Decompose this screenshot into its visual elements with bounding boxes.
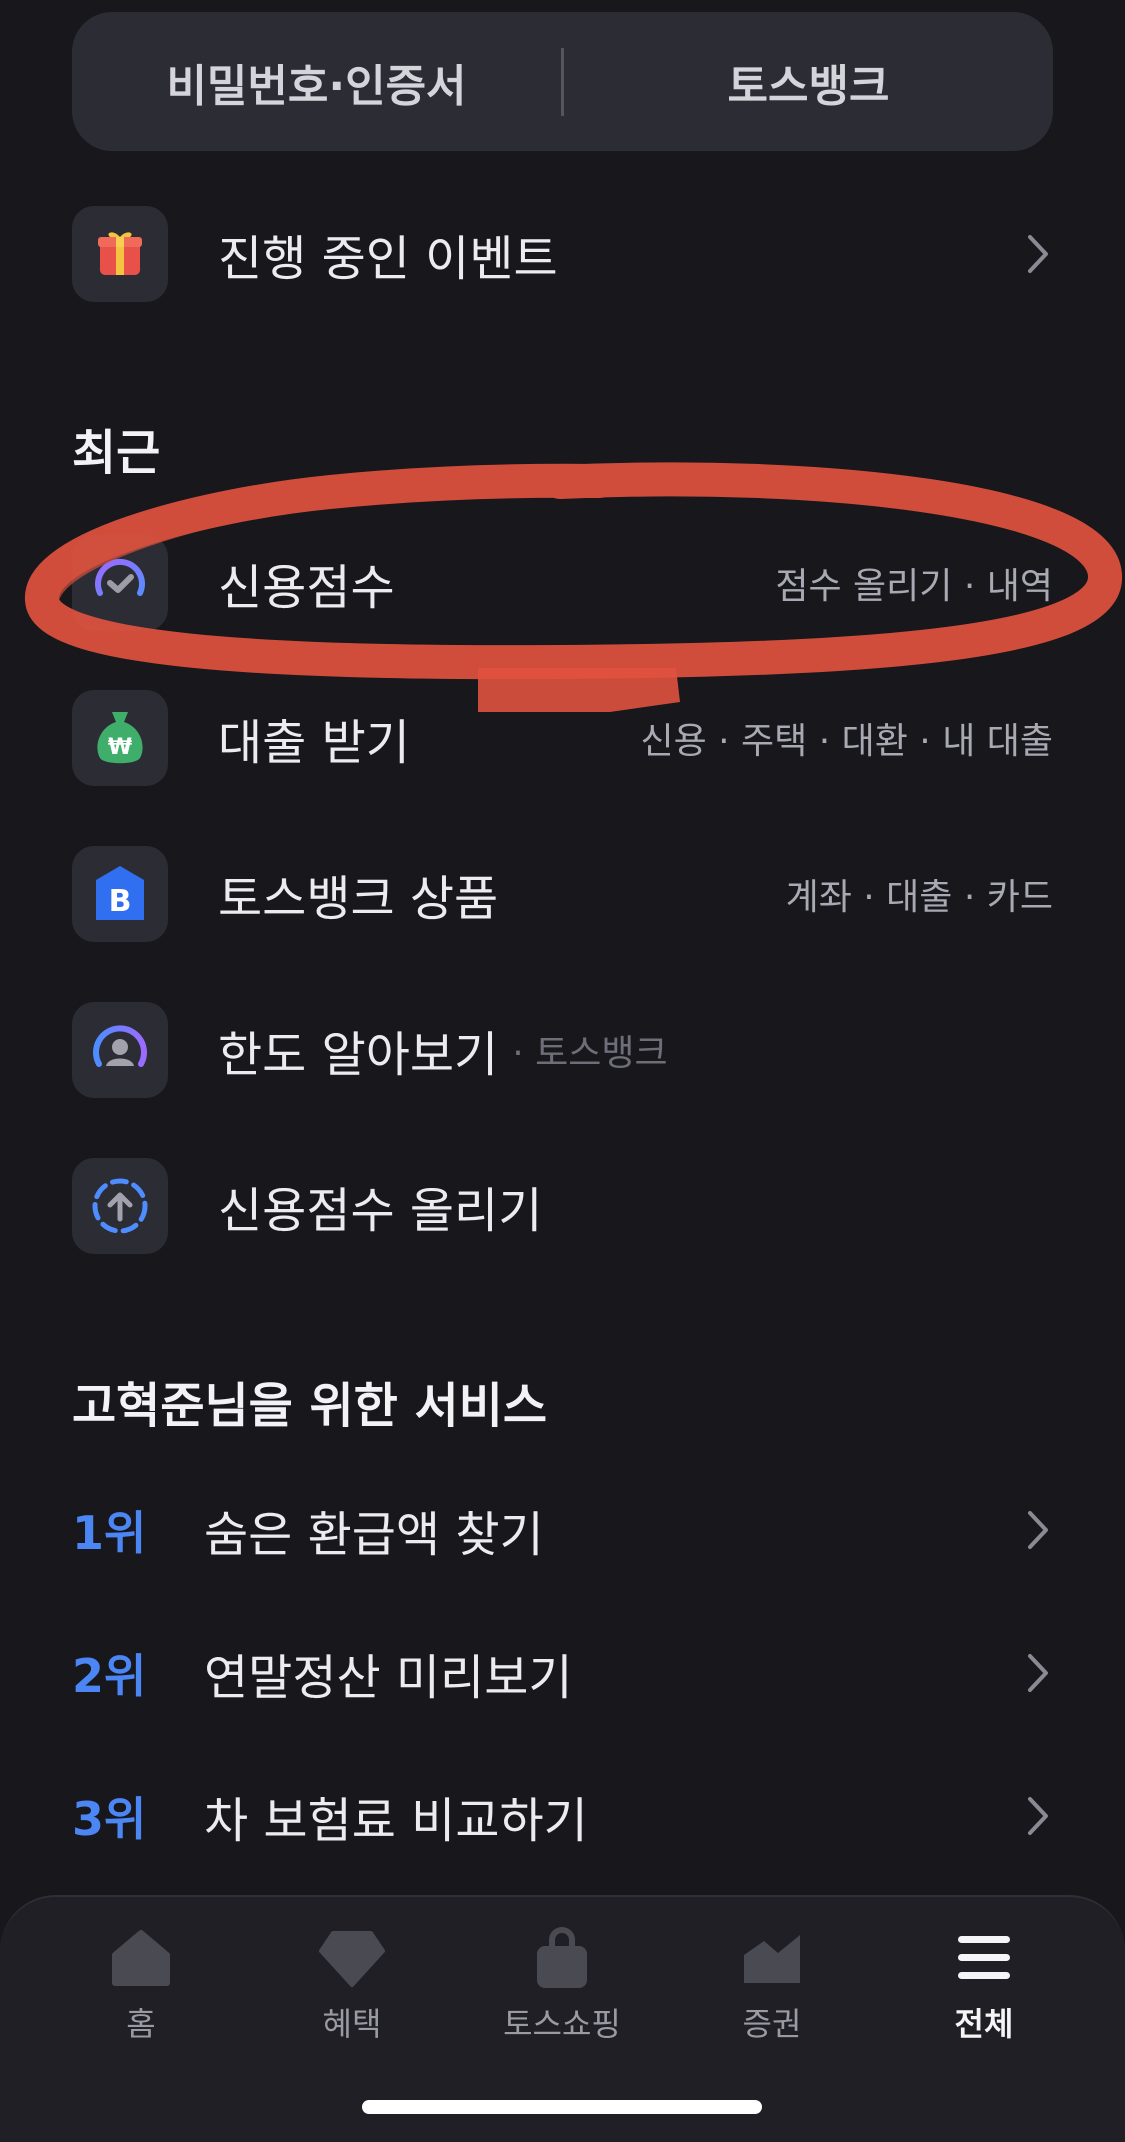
chevron-right-icon [1023, 230, 1053, 278]
service-rank: 1위 [72, 1506, 147, 1560]
nav-label: 증권 [742, 2005, 802, 2043]
menu-icon [956, 1923, 1012, 1993]
recent-item-score-up[interactable]: 신용점수 올리기 [72, 1158, 1053, 1254]
nav-item-benefits[interactable]: 혜택 [272, 1923, 432, 2053]
service-item-3[interactable]: 3위 차 보험료 비교하기 [72, 1776, 1053, 1856]
recent-item-toss-bank-products[interactable]: B 토스뱅크 상품 계좌 · 대출 · 카드 [72, 846, 1053, 942]
recent-item-label: 토스뱅크 상품 [218, 871, 499, 927]
services-section-title: 고혁준님을 위한 서비스 [72, 1378, 548, 1434]
service-label: 연말정산 미리보기 [204, 1650, 573, 1706]
recent-section-title: 최근 [72, 425, 161, 481]
nav-label: 홈 [126, 2005, 156, 2043]
toss-bank-button[interactable]: 토스뱅크 [564, 50, 1053, 114]
top-segmented-control: 비밀번호·인증서 토스뱅크 [72, 12, 1053, 151]
toss-bank-icon: B [72, 846, 168, 942]
svg-text:₩: ₩ [108, 735, 132, 760]
nav-item-home[interactable]: 홈 [61, 1923, 221, 2053]
service-rank: 2위 [72, 1649, 147, 1703]
recent-item-label: 신용점수 올리기 [218, 1183, 543, 1239]
shopping-bag-icon [534, 1923, 590, 1993]
credit-score-check-icon [72, 535, 168, 631]
nav-label: 혜택 [322, 2005, 382, 2043]
recent-item-credit-score[interactable]: 신용점수 점수 올리기 · 내역 [72, 535, 1053, 631]
password-certificate-button[interactable]: 비밀번호·인증서 [72, 50, 561, 114]
nav-item-stocks[interactable]: 증권 [692, 1923, 852, 2053]
svg-text:B: B [109, 884, 132, 919]
recent-item-label: 한도 알아보기 [218, 1027, 499, 1083]
events-row[interactable]: 진행 중인 이벤트 [72, 206, 1053, 302]
gift-icon [72, 206, 168, 302]
events-label: 진행 중인 이벤트 [218, 231, 558, 287]
recent-item-loan[interactable]: ₩ 대출 받기 신용 · 주택 · 대환 · 내 대출 [72, 690, 1053, 786]
service-label: 숨은 환급액 찾기 [204, 1507, 544, 1563]
money-bag-icon: ₩ [72, 690, 168, 786]
recent-item-subtext: 신용 · 주택 · 대환 · 내 대출 [640, 721, 1053, 762]
chevron-right-icon [1023, 1506, 1053, 1554]
service-rank: 3위 [72, 1792, 147, 1846]
recent-item-subtext: 계좌 · 대출 · 카드 [785, 877, 1053, 918]
chevron-right-icon [1023, 1649, 1053, 1697]
chart-icon [742, 1923, 802, 1993]
service-label: 차 보험료 비교하기 [204, 1793, 588, 1849]
home-indicator[interactable] [362, 2100, 762, 2114]
recent-item-limit-check[interactable]: 한도 알아보기 · 토스뱅크 [72, 1002, 1053, 1098]
nav-item-toss-shopping[interactable]: 토스쇼핑 [482, 1923, 642, 2053]
nav-item-all[interactable]: 전체 [904, 1923, 1064, 2053]
score-up-icon [72, 1158, 168, 1254]
nav-label: 토스쇼핑 [503, 2005, 621, 2043]
recent-item-provider: · 토스뱅크 [512, 1033, 668, 1074]
service-item-1[interactable]: 1위 숨은 환급액 찾기 [72, 1490, 1053, 1570]
home-icon [111, 1923, 171, 1993]
service-item-2[interactable]: 2위 연말정산 미리보기 [72, 1633, 1053, 1713]
recent-item-label: 대출 받기 [218, 715, 410, 771]
limit-gauge-icon [72, 1002, 168, 1098]
gem-icon [319, 1923, 385, 1993]
recent-item-label: 신용점수 [218, 560, 395, 616]
recent-item-subtext: 점수 올리기 · 내역 [775, 566, 1053, 607]
nav-label: 전체 [954, 2005, 1014, 2043]
chevron-right-icon [1023, 1792, 1053, 1840]
